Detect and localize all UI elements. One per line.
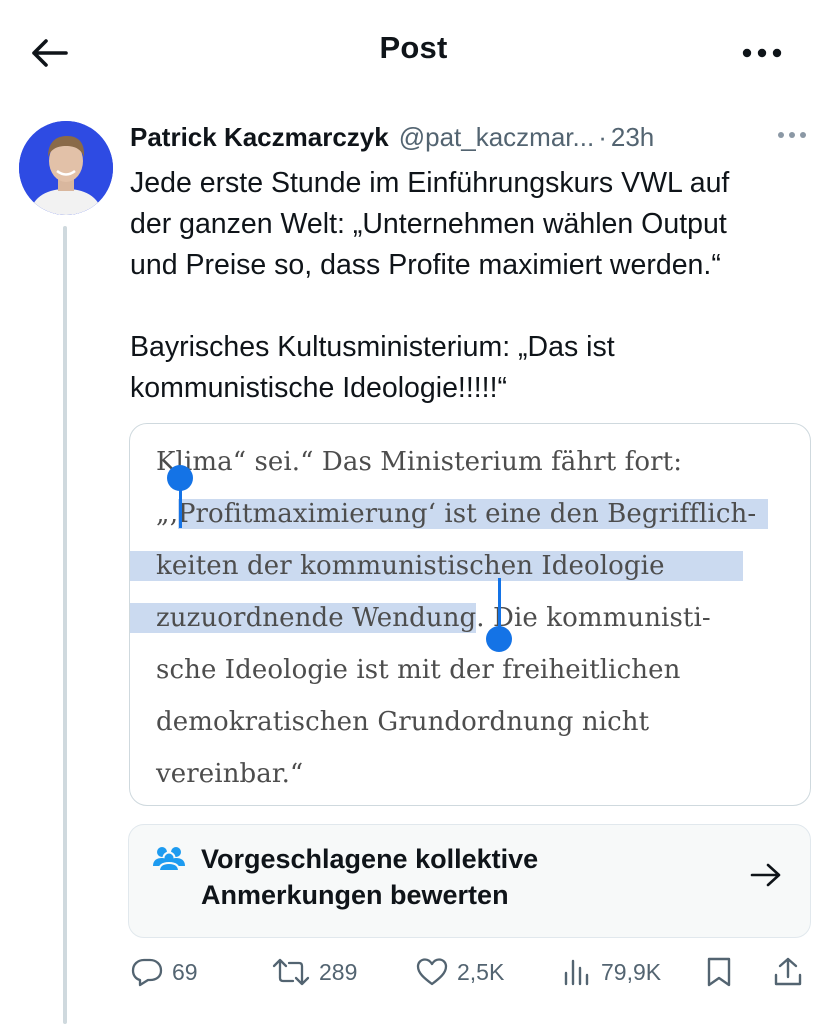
repost-button[interactable]: 289 [272,952,357,992]
post-text-line: Bayrisches Kultusministerium: „Das ist [130,331,615,363]
like-button[interactable]: 2,5K [416,952,504,992]
article-text: Klima“ sei.“ Das Ministerium fährt fort: [156,447,683,477]
article-line: sche Ideologie ist mit der freiheitliche… [156,644,806,696]
post-text-line: der ganzen Welt: „Unternehmen wählen Out… [130,208,727,240]
article-excerpt: Klima“ sei.“ Das Ministerium fährt fort:… [130,436,806,800]
separator-dot: · [598,121,607,152]
share-icon [774,957,802,986]
community-notes-line: Anmerkungen bewerten [201,880,509,910]
selection-end-handle[interactable] [486,626,512,652]
community-notes-label: Vorgeschlagene kollektive Anmerkungen be… [201,841,538,913]
article-line: demokratischen Grundordnung nicht [156,696,806,748]
heart-icon [416,958,448,986]
selected-text: Profitmaximierung‘ ist eine den Begriffl… [177,499,769,529]
article-text: demokratischen Grundordnung nicht [156,707,650,737]
article-text: . Die kommunisti- [476,603,711,633]
article-line: keiten der kommunistischen Ideologie [130,540,806,592]
more-horizontal-icon [742,48,782,58]
views-button[interactable]: 79,9K [562,952,661,992]
post-text-line: kommunistische Ideologie!!!!!“ [130,372,507,404]
article-text: „‚ [156,499,178,529]
post-text: Jede erste Stunde im Einführungskurs VWL… [130,163,810,409]
reply-count: 69 [172,958,198,985]
community-notes-line: Vorgeschlagene kollektive [201,844,539,874]
more-options-button[interactable] [732,30,792,76]
selection-start-handle[interactable] [167,465,193,491]
avatar-image [19,121,113,215]
reply-icon [131,958,163,987]
author-name[interactable]: Patrick Kaczmarczyk [130,122,389,153]
views-count: 79,9K [601,958,662,985]
article-line: zuzuordnende Wendung. Die kommunisti- [130,592,806,644]
article-text: sche Ideologie ist mit der freiheitliche… [156,655,681,685]
page-title: Post [379,30,448,65]
article-line: Klima“ sei.“ Das Ministerium fährt fort: [156,436,806,488]
reply-button[interactable]: 69 [131,952,198,992]
arrow-right-icon[interactable] [749,862,783,893]
post-media-image[interactable]: Klima“ sei.“ Das Ministerium fährt fort:… [129,423,811,806]
avatar[interactable] [19,121,113,215]
article-text: vereinbar.“ [156,759,304,789]
selected-text: zuzuordnende Wendung [130,603,477,633]
bookmark-icon [707,957,731,987]
author-handle[interactable]: @pat_kaczmar... [399,122,594,153]
people-icon [152,846,186,877]
repost-icon [272,958,310,986]
post-author-row: Patrick Kaczmarczyk @pat_kaczmar... · 23… [130,117,810,157]
thread-line [63,226,67,1024]
post-text-line: und Preise so, dass Profite maximiert we… [130,249,721,281]
views-icon [564,959,589,986]
like-count: 2,5K [457,958,505,985]
more-horizontal-icon [778,132,806,138]
article-line: „‚Profitmaximierung‘ ist eine den Begrif… [156,488,806,540]
article-line: vereinbar.“ [156,748,806,800]
selected-text: keiten der kommunistischen Ideologie [130,551,743,581]
post-more-button[interactable] [774,120,810,150]
bookmark-button[interactable] [705,952,733,992]
post-text-line: Jede erste Stunde im Einführungskurs VWL… [130,167,730,199]
share-button[interactable] [773,952,803,992]
post-timestamp[interactable]: 23h [611,122,654,153]
repost-count: 289 [319,958,358,985]
